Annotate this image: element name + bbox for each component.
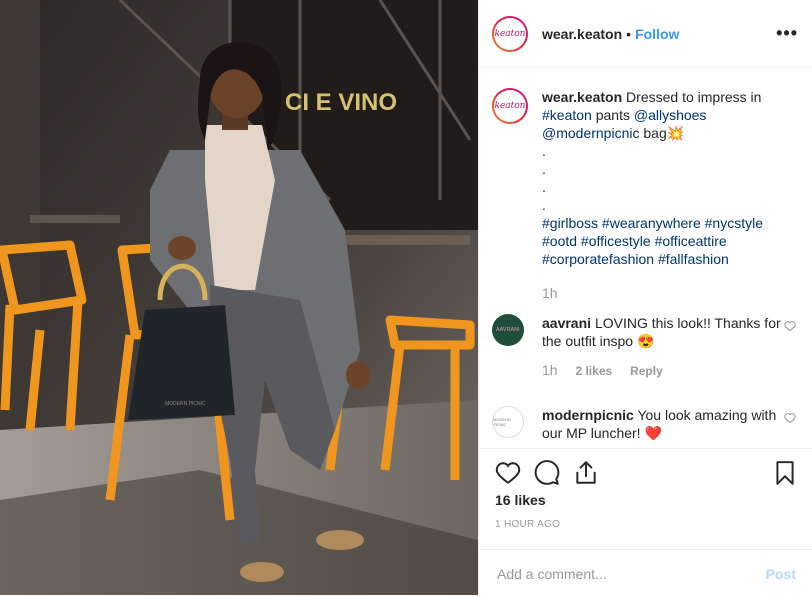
likes-count[interactable]: 16 likes <box>495 492 546 508</box>
storefront-sign-text: CI E VINO <box>285 89 397 116</box>
comment-input[interactable] <box>495 564 749 583</box>
caption-dot: . <box>542 179 546 195</box>
comment-bubble-icon[interactable] <box>534 460 560 486</box>
post-header: keaton wear.keaton • Follow ••• <box>479 0 812 68</box>
caption-avatar[interactable]: keaton <box>492 88 528 124</box>
header-username[interactable]: wear.keaton <box>542 26 622 42</box>
follow-button[interactable]: Follow <box>635 26 679 42</box>
caption-dot: . <box>542 197 546 213</box>
caption-dot: . <box>542 161 546 177</box>
comment-like-heart-icon[interactable] <box>784 412 796 424</box>
commenter-avatar[interactable]: MODERN PICNIC <box>492 406 524 438</box>
caption-text: Dressed to impress in <box>626 89 762 105</box>
comment-body: aavrani LOVING this look!! Thanks for th… <box>542 314 792 380</box>
comment-age[interactable]: 1h <box>542 362 558 378</box>
avatar-logo-text: keaton <box>494 28 526 39</box>
caption-username[interactable]: wear.keaton <box>542 89 622 105</box>
post-comment-button[interactable]: Post <box>766 566 796 582</box>
add-comment-bar: Post <box>479 549 812 597</box>
caption-body: wear.keaton Dressed to impress in #keato… <box>542 88 792 302</box>
comment-item: AAVRANI aavrani LOVING this look!! Thank… <box>492 314 796 380</box>
comment-item: MODERN PICNIC modernpicnic You look amaz… <box>492 406 796 442</box>
commenter-avatar[interactable]: AAVRANI <box>492 314 524 346</box>
caption-age[interactable]: 1h <box>542 285 558 301</box>
post-photo-illustration: CI E VINO MODERN PICNIC <box>0 0 478 595</box>
post-timestamp: 1 HOUR AGO <box>495 519 561 530</box>
instagram-post: CI E VINO MODERN PICNIC keaton wear.keat… <box>0 0 812 595</box>
post-side-panel: keaton wear.keaton • Follow ••• keaton w… <box>478 0 812 595</box>
share-icon[interactable] <box>573 460 599 486</box>
separator-dot: • <box>626 25 632 42</box>
comment-username[interactable]: aavrani <box>542 315 591 331</box>
profile-avatar[interactable]: keaton <box>492 15 528 52</box>
comment-likes[interactable]: 2 likes <box>575 364 612 378</box>
post-actions: 16 likes 1 HOUR AGO Post <box>479 448 812 595</box>
mention-modernpicnic[interactable]: @modernpicnic <box>542 125 639 141</box>
reply-button[interactable]: Reply <box>630 364 663 378</box>
bookmark-icon[interactable] <box>772 460 798 486</box>
comment-username[interactable]: modernpicnic <box>542 407 634 423</box>
caption-dot: . <box>542 143 546 159</box>
hashtags-line[interactable]: #ootd #officestyle #officeattire <box>542 232 792 250</box>
handbag-brand-text: MODERN PICNIC <box>165 401 206 407</box>
like-heart-icon[interactable] <box>495 460 521 486</box>
hashtag-keaton[interactable]: #keaton <box>542 107 592 123</box>
post-photo[interactable]: CI E VINO MODERN PICNIC <box>0 0 478 595</box>
mention-allyshoes[interactable]: @allyshoes <box>634 107 707 123</box>
hashtags-line[interactable]: #corporatefashion #fallfashion <box>542 250 792 268</box>
comment-body: modernpicnic You look amazing with our M… <box>542 406 792 442</box>
more-options-icon[interactable]: ••• <box>776 24 798 42</box>
comment-like-heart-icon[interactable] <box>784 320 796 332</box>
comments-list[interactable]: keaton wear.keaton Dressed to impress in… <box>479 68 812 448</box>
hashtags-line[interactable]: #girlboss #wearanywhere #nycstyle <box>542 214 792 232</box>
caption: keaton wear.keaton Dressed to impress in… <box>492 88 796 302</box>
